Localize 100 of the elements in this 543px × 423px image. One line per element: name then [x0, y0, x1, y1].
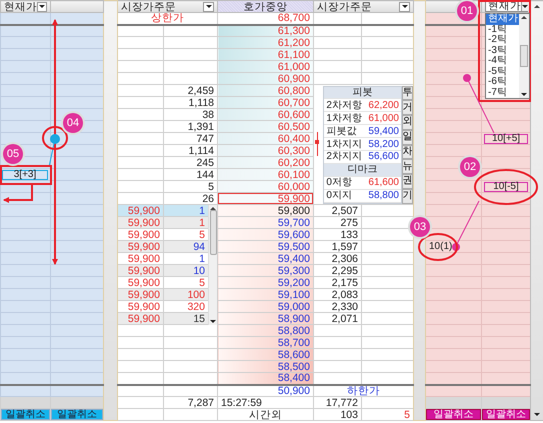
side-tab[interactable]: 투 — [402, 86, 412, 100]
price-cell: 61,100 — [218, 48, 314, 60]
pointer-dot — [452, 243, 460, 251]
cancel-all-button[interactable]: 일괄취소 — [426, 410, 480, 420]
price-cell: 68,700 — [218, 12, 314, 24]
column-header: 시장가주문 — [121, 2, 176, 12]
ask-quantity: 26 — [164, 192, 218, 204]
order-price[interactable]: 59,900 — [118, 300, 164, 312]
side-tab[interactable]: 거 — [402, 100, 412, 115]
pivot-label: 1차저항 — [326, 114, 362, 123]
pivot-label: 2차저항 — [326, 100, 362, 110]
dropdown-button[interactable] — [399, 2, 410, 12]
price-cell: 60,600 — [218, 108, 314, 120]
session-label: 시간외 — [218, 408, 314, 420]
order-price[interactable]: 59,900 — [118, 228, 164, 240]
elbow-arrow — [3, 185, 33, 203]
order-marker[interactable]: 10[-5] — [484, 182, 528, 192]
pivot-label: 2차지지 — [326, 152, 362, 162]
price-cell: 60,800 — [218, 84, 314, 96]
side-tab[interactable]: 외 — [402, 115, 412, 130]
section-title: 피봇 — [352, 88, 373, 97]
pivot-label: 피봇값 — [326, 126, 356, 136]
order-marker[interactable]: 10[+5] — [484, 134, 528, 144]
count-label: 5 — [362, 408, 414, 420]
dropdown-option[interactable]: -4틱 — [486, 56, 519, 66]
order-price[interactable]: 59,900 — [118, 264, 164, 276]
caret-icon — [522, 5, 528, 8]
total-quantity: 17,772 — [314, 396, 362, 408]
caret-icon — [39, 5, 45, 8]
pivot-value: 62,200 — [368, 100, 399, 110]
order-quantity: 100 — [187, 290, 205, 300]
price-cell: 59,500 — [218, 240, 314, 252]
highlight-ellipse — [42, 126, 68, 150]
order-quantity: 1 — [199, 254, 205, 264]
side-tab[interactable]: 기 — [402, 188, 412, 204]
order-quantity: 1 — [199, 218, 205, 228]
price-cell: 59,700 — [218, 216, 314, 228]
side-tab[interactable]: 권 — [402, 174, 412, 189]
price-cell: 60,500 — [218, 120, 314, 132]
bid-quantity: 133 — [314, 228, 362, 240]
order-price[interactable]: 59,900 — [118, 276, 164, 288]
price-cell: 59,000 — [218, 300, 314, 312]
pivot-value: 61,000 — [368, 114, 399, 123]
pivot-value: 61,600 — [368, 178, 399, 188]
side-tab[interactable]: 뉴 — [402, 159, 412, 174]
after-hours-quantity: 103 — [314, 408, 362, 420]
order-quantity: 10 — [193, 266, 205, 276]
pivot-label: 1차지지 — [326, 140, 362, 148]
bid-quantity: 2,083 — [314, 288, 362, 300]
section-title: 디마크 — [348, 165, 378, 174]
order-price[interactable]: 59,900 — [118, 240, 164, 252]
bid-quantity: 2,175 — [314, 276, 362, 288]
ask-quantity: 1,114 — [164, 144, 218, 156]
price-cell: 58,900 — [218, 312, 314, 324]
callout-number: 03 — [410, 217, 430, 237]
callout-number: 01 — [457, 1, 477, 21]
caret-icon — [206, 5, 212, 8]
dropdown-option[interactable]: -6틱 — [486, 77, 519, 88]
price-cell: 59,800 — [218, 204, 314, 216]
price-cell: 58,400 — [218, 372, 314, 384]
highlight-ellipse — [474, 169, 538, 205]
price-cell: 58,600 — [218, 348, 314, 360]
dropdown-button[interactable] — [203, 2, 214, 12]
price-cell: 60,200 — [218, 156, 314, 168]
splitter-handle[interactable] — [317, 132, 321, 156]
order-price[interactable]: 59,900 — [118, 252, 164, 264]
ask-quantity: 1,391 — [164, 120, 218, 132]
price-cell: 58,800 — [218, 324, 314, 336]
dropdown-button[interactable] — [37, 2, 47, 12]
column-header: 현재가 — [4, 2, 37, 12]
price-cell: 60,000 — [218, 180, 314, 192]
dropdown-option[interactable]: -3틱 — [486, 46, 519, 56]
column-header: 호가중앙 — [218, 0, 314, 12]
cancel-all-button[interactable]: 일괄취소 — [482, 410, 530, 420]
time-label: 15:27:59 — [218, 396, 314, 408]
ask-quantity: 747 — [164, 132, 218, 144]
pointer-dot — [463, 74, 471, 82]
dropdown-option[interactable]: -5틱 — [486, 66, 519, 77]
caret-icon — [402, 5, 408, 8]
price-cell: 59,400 — [218, 252, 314, 264]
side-tab[interactable]: 차 — [402, 144, 412, 160]
list-scrollbar[interactable] — [519, 14, 529, 98]
order-price[interactable]: 59,900 — [118, 288, 164, 300]
cancel-all-button[interactable]: 일괄취소 — [52, 410, 102, 420]
order-quantity: 15 — [193, 314, 205, 324]
side-tab[interactable]: 일 — [402, 130, 412, 144]
limit-label: 상한가 — [118, 12, 218, 24]
order-quantity: 5 — [199, 278, 205, 288]
cancel-all-button[interactable]: 일괄취소 — [2, 410, 50, 420]
dropdown-option[interactable]: 현재가 — [486, 14, 519, 24]
list-scrollbar[interactable] — [208, 205, 217, 325]
pivot-value: 58,200 — [368, 140, 399, 148]
price-cell: 59,900 — [218, 192, 314, 204]
callout-number: 04 — [63, 113, 83, 133]
order-price[interactable]: 59,900 — [118, 312, 164, 324]
highlight-ellipse — [418, 233, 458, 261]
order-price[interactable]: 59,900 — [118, 216, 164, 228]
price-cell: 61,200 — [218, 36, 314, 48]
order-marker[interactable]: 3[+3] — [2, 170, 48, 180]
bid-quantity: 275 — [314, 216, 362, 228]
